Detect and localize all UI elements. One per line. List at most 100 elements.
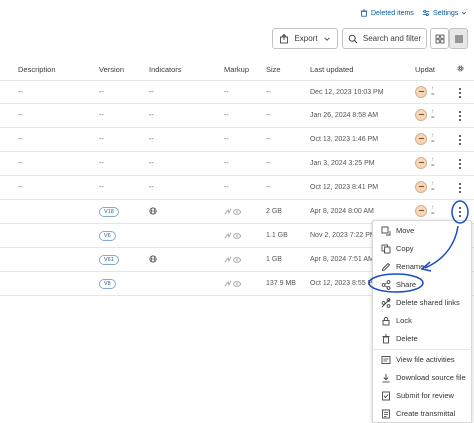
last-updated-cell: Jan 26, 2024 8:58 AM <box>310 112 379 119</box>
column-header-last-updated[interactable]: Last updated <box>310 65 353 74</box>
indicators-cell: -- <box>149 184 154 191</box>
version-cell: -- <box>99 160 104 167</box>
menu-item-label: View file activities <box>396 355 455 364</box>
row-context-menu: Move Copy Rename Share Delete shared lin… <box>372 220 473 423</box>
menu-item-download-source-file[interactable]: Download source file <box>373 369 473 386</box>
row-actions-kebab-icon[interactable] <box>455 182 465 194</box>
pencil-icon <box>381 262 391 271</box>
column-header-updated-by[interactable]: Updat <box>415 65 435 74</box>
description-cell: -- <box>18 184 23 191</box>
version-badge[interactable]: V61 <box>99 255 119 265</box>
last-updated-cell: Oct 12, 2023 8:55 PM <box>310 280 379 287</box>
column-header-description[interactable]: Description <box>18 65 56 74</box>
export-button[interactable]: Export <box>272 28 338 49</box>
row-actions-kebab-icon[interactable] <box>455 110 465 122</box>
table-row[interactable]: -- -- -- -- -- Jan 26, 2024 8:58 AM ↑ = <box>0 104 474 128</box>
column-header-size[interactable]: Size <box>266 65 281 74</box>
menu-item-label: Download source file <box>396 373 466 382</box>
size-cell: -- <box>266 136 271 143</box>
menu-item-label: Lock <box>396 316 412 325</box>
export-label: Export <box>294 34 318 43</box>
markup-cell: -- <box>224 160 229 167</box>
version-badge[interactable]: V8 <box>99 279 116 289</box>
unlink-icon <box>381 297 391 308</box>
toolbar: Export Search and filter <box>0 28 474 50</box>
list-icon <box>454 35 463 42</box>
menu-item-submit-for-review[interactable]: Submit for review <box>373 387 473 404</box>
updated-by-detail-icon: ↑ = <box>431 133 435 145</box>
size-cell: 1.1 GB <box>266 232 288 239</box>
settings-link[interactable]: Settings <box>422 9 467 17</box>
last-updated-cell: Oct 12, 2023 8:41 PM <box>310 184 379 191</box>
search-and-filter-label: Search and filter <box>362 34 422 43</box>
last-updated-cell: Apr 8, 2024 7:51 AM <box>310 256 374 263</box>
row-actions-kebab-icon[interactable] <box>455 158 465 170</box>
version-cell: -- <box>99 184 104 191</box>
updated-by-detail-icon: ↑ = <box>431 109 435 121</box>
markup-cell: -- <box>224 184 229 191</box>
search-and-filter-button[interactable]: Search and filter <box>342 28 427 49</box>
column-settings-gear-icon[interactable] <box>456 64 465 73</box>
grid-view-button[interactable] <box>430 28 449 49</box>
grid-icon <box>435 34 444 43</box>
menu-item-delete[interactable]: Delete <box>373 330 473 347</box>
column-header-indicators[interactable]: Indicators <box>149 65 182 74</box>
globe-icon <box>149 207 157 215</box>
menu-item-create-transmittal[interactable]: Create transmittal <box>373 405 473 422</box>
markup-icon <box>224 280 241 287</box>
size-cell: 137.9 MB <box>266 280 296 287</box>
deleted-items-label: Deleted items <box>371 9 414 17</box>
last-updated-cell: Dec 12, 2023 10:03 PM <box>310 89 384 96</box>
indicators-cell: -- <box>149 136 154 143</box>
lock-icon <box>382 316 390 325</box>
markup-icon <box>224 208 241 215</box>
menu-item-label: Copy <box>396 244 414 253</box>
version-cell: -- <box>99 112 104 119</box>
table-row[interactable]: -- -- -- -- -- Dec 12, 2023 10:03 PM ↑ = <box>0 80 474 104</box>
deleted-items-link[interactable]: Deleted items <box>360 9 414 17</box>
menu-item-label: Create transmittal <box>396 409 456 418</box>
menu-item-copy[interactable]: Copy <box>373 240 473 257</box>
menu-item-delete-shared-links[interactable]: Delete shared links <box>373 294 473 311</box>
trash-icon <box>382 334 390 343</box>
list-view-button[interactable] <box>449 28 468 49</box>
search-icon <box>348 34 358 43</box>
menu-item-label: Rename <box>396 262 425 271</box>
last-updated-cell: Jan 3, 2024 3:25 PM <box>310 160 375 167</box>
chevron-down-icon <box>323 36 330 41</box>
size-cell: 2 GB <box>266 208 282 215</box>
version-badge[interactable]: V18 <box>99 207 119 217</box>
row-actions-kebab-icon[interactable] <box>455 206 465 218</box>
menu-item-move[interactable]: Move <box>373 222 473 239</box>
row-actions-kebab-icon[interactable] <box>455 134 465 146</box>
column-header-version[interactable]: Version <box>99 65 124 74</box>
updated-by-detail-icon: ↑ = <box>431 181 435 193</box>
last-updated-cell: Oct 13, 2023 1:46 PM <box>310 136 379 143</box>
row-actions-kebab-icon[interactable] <box>455 87 465 99</box>
menu-item-rename[interactable]: Rename <box>373 258 473 275</box>
description-cell: -- <box>18 160 23 167</box>
column-header-markup[interactable]: Markup <box>224 65 249 74</box>
version-badge[interactable]: V6 <box>99 231 116 241</box>
menu-item-lock[interactable]: Lock <box>373 312 473 329</box>
updated-by-detail-icon: ↑ = <box>431 86 435 98</box>
menu-item-label: Delete <box>396 334 418 343</box>
markup-cell: -- <box>224 136 229 143</box>
table-row[interactable]: -- -- -- -- -- Oct 13, 2023 1:46 PM ↑ = <box>0 128 474 152</box>
indicators-cell: -- <box>149 160 154 167</box>
menu-item-share[interactable]: Share <box>373 276 473 293</box>
avatar <box>415 157 427 169</box>
updated-by-detail-icon: ↑ = <box>431 205 435 217</box>
table-row[interactable]: -- -- -- -- -- Oct 12, 2023 8:41 PM ↑ = <box>0 176 474 200</box>
last-updated-cell: Apr 8, 2024 8:00 AM <box>310 208 374 215</box>
menu-item-view-file-activities[interactable]: View file activities <box>373 351 473 368</box>
table-row[interactable]: -- -- -- -- -- Jan 3, 2024 3:25 PM ↑ = <box>0 152 474 176</box>
version-cell: -- <box>99 136 104 143</box>
menu-item-label: Delete shared links <box>396 298 460 307</box>
description-cell: -- <box>18 89 23 96</box>
avatar <box>415 181 427 193</box>
transmittal-icon <box>382 409 390 418</box>
menu-item-label: Move <box>396 226 415 235</box>
last-updated-cell: Nov 2, 2023 7:22 PM <box>310 232 376 239</box>
markup-icon <box>224 256 241 263</box>
